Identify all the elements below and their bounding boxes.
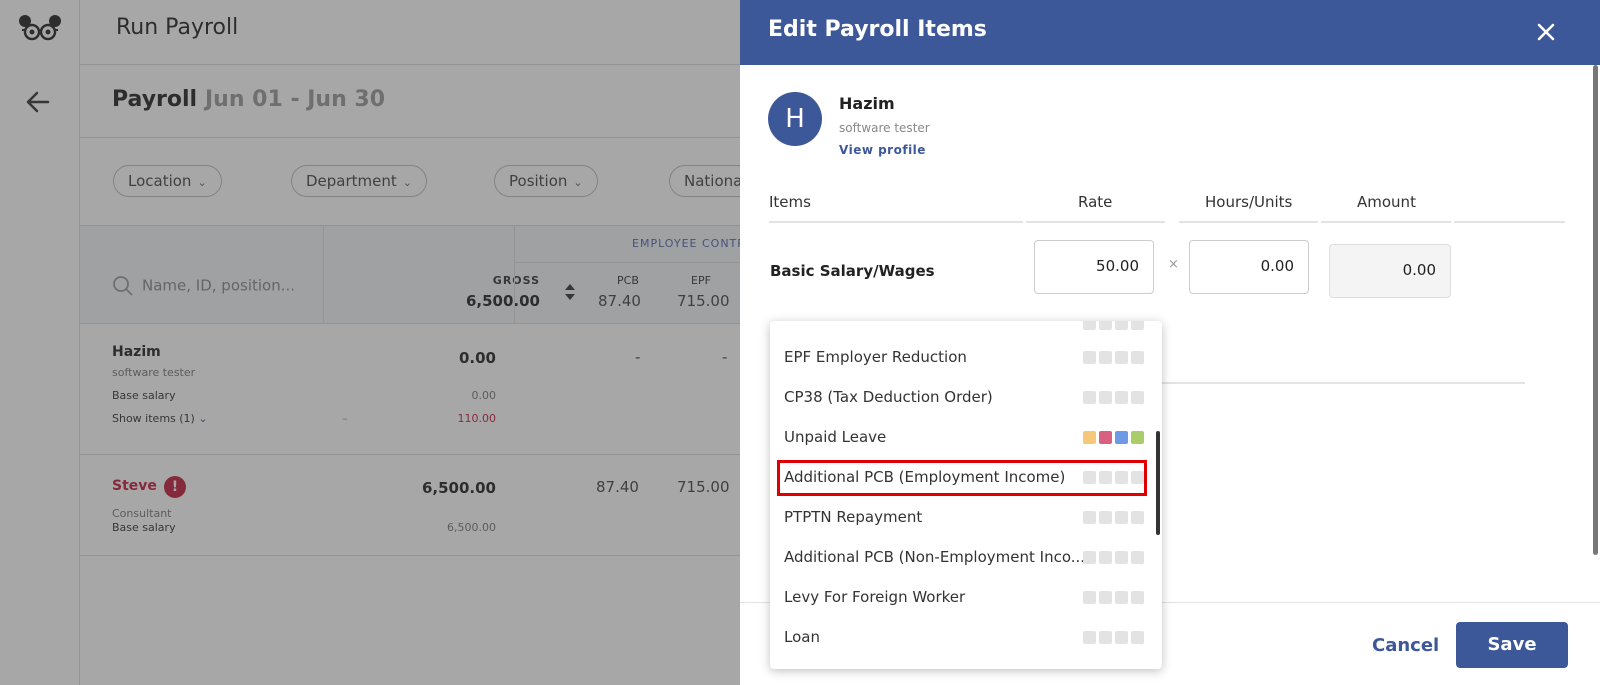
- color-tag: [1083, 511, 1096, 524]
- column-underline: [1321, 221, 1451, 223]
- save-button[interactable]: Save: [1456, 622, 1568, 668]
- color-tag: [1131, 391, 1144, 404]
- dropdown-item[interactable]: Additional PCB (Non-Employment Inco...: [770, 537, 1162, 577]
- color-tag: [1099, 551, 1112, 564]
- color-tag: [1131, 431, 1144, 444]
- drawer-title: Edit Payroll Items: [768, 17, 987, 42]
- color-tag: [1099, 591, 1112, 604]
- dropdown-item-label: Additional PCB (Non-Employment Inco...: [784, 548, 1086, 566]
- color-tag: [1115, 591, 1128, 604]
- column-underline: [1026, 221, 1165, 223]
- drawer-header: Edit Payroll Items: [740, 0, 1600, 65]
- dropdown-item[interactable]: Unpaid Leave: [770, 417, 1162, 457]
- dropdown-scrollbar[interactable]: [1156, 431, 1160, 535]
- dropdown-item-label: Loan: [784, 628, 820, 646]
- color-tag: [1131, 591, 1144, 604]
- rate-input[interactable]: 50.00: [1034, 240, 1154, 294]
- basic-salary-label: Basic Salary/Wages: [770, 262, 935, 280]
- color-tag: [1115, 551, 1128, 564]
- color-tag: [1115, 631, 1128, 644]
- highlight-box: [777, 460, 1147, 496]
- color-tag: [1083, 591, 1096, 604]
- color-tag: [1083, 551, 1096, 564]
- dropdown-item[interactable]: EPF Employer Reduction: [770, 337, 1162, 377]
- items-column-header: Items: [769, 193, 811, 211]
- color-tag: [1131, 551, 1144, 564]
- employee-name: Hazim: [839, 94, 895, 113]
- color-tag: [1115, 511, 1128, 524]
- color-tag: [1131, 351, 1144, 364]
- dropdown-item-label: PTPTN Repayment: [784, 508, 923, 526]
- section-divider: [1125, 382, 1525, 384]
- color-tags: [1083, 551, 1147, 564]
- color-tag: [1131, 511, 1144, 524]
- dropdown-item[interactable]: Levy For Foreign Worker: [770, 577, 1162, 617]
- payroll-item-dropdown[interactable]: EPF Employer Reduction CP38 (Tax Deductio…: [770, 321, 1162, 669]
- view-profile-link[interactable]: View profile: [839, 143, 926, 157]
- column-underline: [1179, 221, 1318, 223]
- color-tags: [1083, 591, 1147, 604]
- multiply-icon: ×: [1168, 257, 1179, 272]
- avatar: H: [768, 92, 822, 146]
- color-tag: [1131, 631, 1144, 644]
- color-tag: [1115, 431, 1128, 444]
- color-tags: [1083, 511, 1147, 524]
- hours-input[interactable]: 0.00: [1189, 240, 1309, 294]
- color-tag: [1083, 631, 1096, 644]
- column-underline: [769, 221, 1023, 223]
- color-tag: [1083, 351, 1096, 364]
- color-tags: [1083, 431, 1147, 444]
- color-tag: [1099, 631, 1112, 644]
- rate-column-header: Rate: [1078, 193, 1113, 211]
- color-tag: [1099, 431, 1112, 444]
- color-tag: [1099, 391, 1112, 404]
- close-icon[interactable]: [1532, 18, 1560, 46]
- dropdown-item[interactable]: CP38 (Tax Deduction Order): [770, 377, 1162, 417]
- dropdown-item-label: EPF Employer Reduction: [784, 348, 967, 366]
- column-underline: [1454, 221, 1565, 223]
- color-tags: [1083, 321, 1147, 330]
- dropdown-item-label: Unpaid Leave: [784, 428, 887, 446]
- color-tags: [1083, 391, 1147, 404]
- employee-position: software tester: [839, 121, 930, 135]
- drawer-scrollbar[interactable]: [1593, 65, 1598, 555]
- dropdown-item[interactable]: PTPTN Repayment: [770, 497, 1162, 537]
- color-tags: [1083, 351, 1147, 364]
- hours-column-header: Hours/Units: [1205, 193, 1293, 211]
- dropdown-item-label: Levy For Foreign Worker: [784, 588, 966, 606]
- color-tag: [1115, 391, 1128, 404]
- color-tag: [1115, 351, 1128, 364]
- color-tag: [1099, 511, 1112, 524]
- color-tag: [1083, 431, 1096, 444]
- amount-field: 0.00: [1329, 244, 1451, 298]
- color-tag: [1083, 391, 1096, 404]
- cancel-button[interactable]: Cancel: [1372, 635, 1439, 656]
- color-tag: [1099, 351, 1112, 364]
- amount-column-header: Amount: [1357, 193, 1416, 211]
- dropdown-item-label: CP38 (Tax Deduction Order): [784, 388, 993, 406]
- color-tags: [1083, 631, 1147, 644]
- dropdown-item[interactable]: Loan: [770, 617, 1162, 657]
